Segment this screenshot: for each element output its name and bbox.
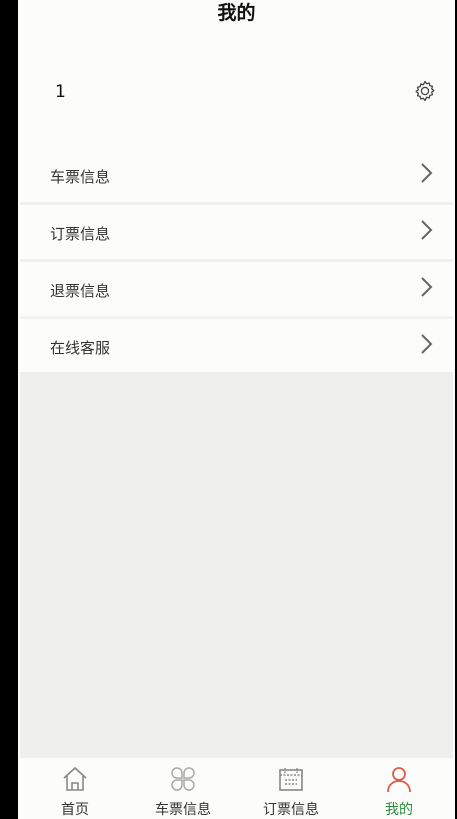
menu-list: 车票信息 订票信息 退票信息 在线客服 (20, 148, 453, 376)
home-icon (63, 766, 87, 791)
menu-item-label: 车票信息 (50, 168, 111, 186)
chevron-right-icon (421, 277, 433, 297)
chevron-right-icon (421, 220, 433, 240)
menu-item-label: 订票信息 (50, 225, 111, 243)
user-row: 1 (18, 76, 455, 110)
tab-label: 车票信息 (155, 802, 211, 818)
tab-home[interactable]: 首页 (25, 759, 125, 819)
menu-item-refund-info[interactable]: 退票信息 (20, 262, 453, 319)
bottom-tab-bar: 首页 车票信息 订票信息 我的 (18, 759, 455, 819)
calendar-icon (279, 768, 303, 791)
gear-icon[interactable] (413, 79, 437, 103)
person-icon (387, 767, 411, 793)
tab-booking-info[interactable]: 订票信息 (241, 759, 341, 819)
tab-label: 首页 (61, 802, 89, 818)
tab-label: 订票信息 (263, 802, 319, 818)
menu-item-ticket-info[interactable]: 车票信息 (20, 148, 453, 205)
chevron-right-icon (421, 163, 433, 183)
tab-ticket-info[interactable]: 车票信息 (133, 759, 233, 819)
phone-screen: 我的 1 车票信息 订票信息 退票信息 在线客服 首页 车票信息 订票信息 我的 (18, 0, 455, 819)
grid-icon (171, 767, 195, 791)
tab-mine[interactable]: 我的 (349, 759, 449, 819)
empty-content-area (20, 372, 453, 758)
menu-item-online-service[interactable]: 在线客服 (20, 319, 453, 376)
tab-label: 我的 (385, 802, 413, 818)
user-name: 1 (55, 82, 66, 102)
page-title: 我的 (217, 2, 256, 24)
menu-item-booking-info[interactable]: 订票信息 (20, 205, 453, 262)
menu-item-label: 在线客服 (50, 339, 111, 357)
chevron-right-icon (421, 334, 433, 354)
menu-item-label: 退票信息 (50, 282, 111, 300)
